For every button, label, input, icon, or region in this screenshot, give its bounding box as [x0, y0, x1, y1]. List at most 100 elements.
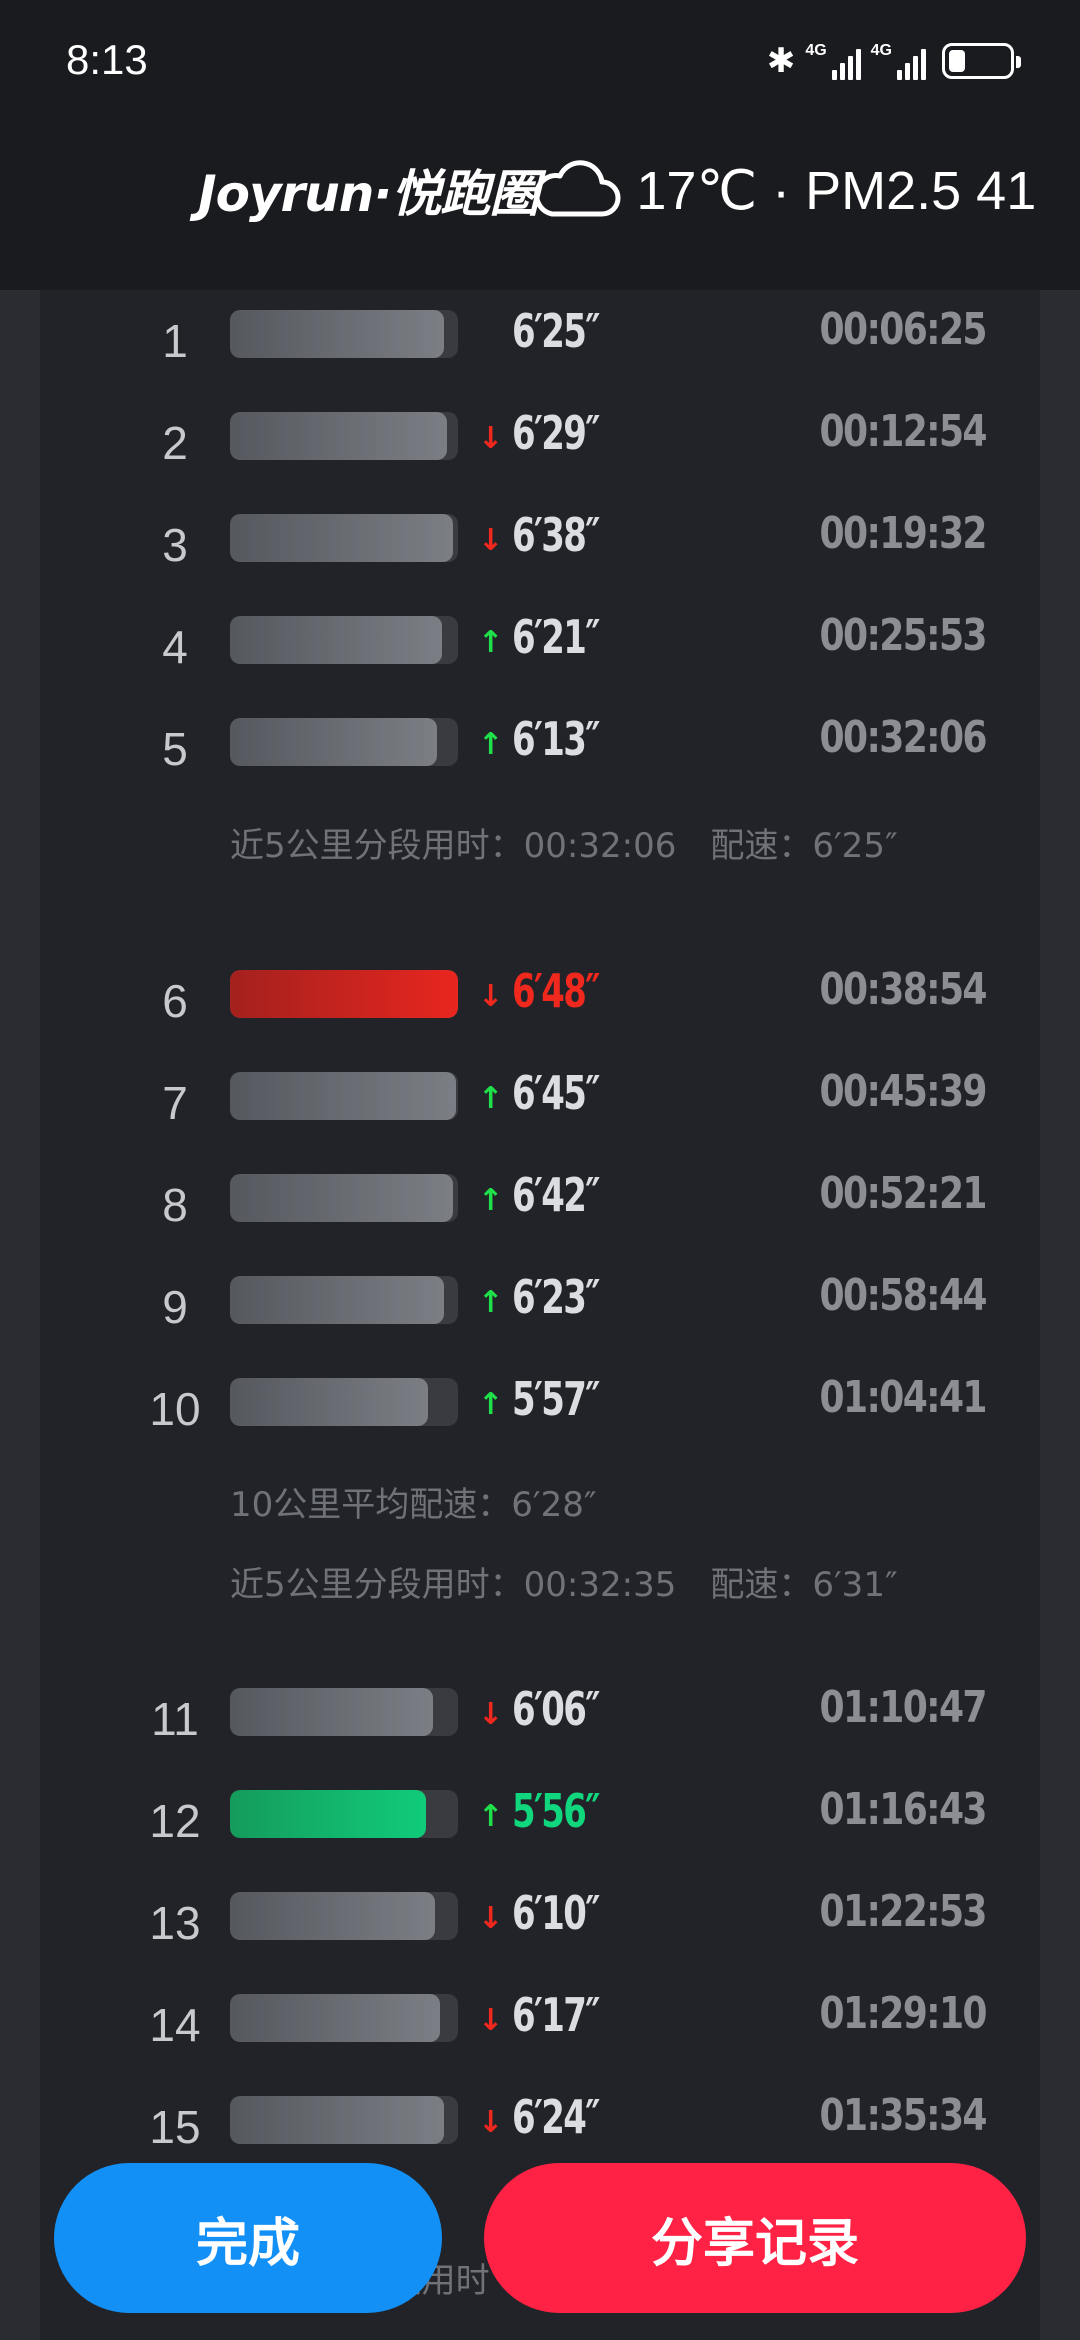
split-row: 5 ↑ 6′13″ 00:32:06	[40, 712, 1040, 778]
split-row: 7 ↑ 6′45″ 00:45:39	[40, 1066, 1040, 1132]
split-km: 3	[162, 519, 188, 571]
pace-bar	[230, 310, 445, 358]
pace-bar-track	[230, 970, 458, 1018]
cloud-icon	[534, 160, 621, 217]
split-row: 15 ↓ 6′24″ 01:35:34	[40, 2090, 1040, 2156]
split-pace: 6′38″	[512, 508, 600, 562]
pace-bar	[230, 1892, 436, 1940]
pace-bar	[230, 1072, 456, 1120]
pace-bar-track	[230, 1790, 458, 1838]
split-row: 12 ↑ 5′56″ 01:16:43	[40, 1784, 1040, 1850]
arrow-down-icon: ↓	[478, 1697, 504, 1732]
split-row: 4 ↑ 6′21″ 00:25:53	[40, 610, 1040, 676]
split-row: 13 ↓ 6′10″ 01:22:53	[40, 1886, 1040, 1952]
split-km: 9	[162, 1281, 188, 1333]
arrow-down-icon: ↓	[478, 421, 504, 456]
pace-bar	[230, 2096, 445, 2144]
split-pace: 6′25″	[512, 304, 600, 358]
split-pace: 5′56″	[512, 1784, 600, 1838]
pace-bar-track	[230, 514, 458, 562]
split-cumulative-time: 00:12:54	[819, 406, 988, 457]
split-row: 1 6′25″ 00:06:25	[40, 304, 1040, 370]
split-km: 8	[162, 1179, 188, 1231]
pace-bar-track	[230, 1276, 458, 1324]
split-summary-second5: 近5公里分段用时：00:32:35 配速：6′31″	[230, 1565, 898, 1605]
split-cumulative-time: 01:04:41	[819, 1372, 988, 1423]
split-pace: 6′48″	[512, 964, 600, 1018]
split-km: 10	[149, 1383, 201, 1435]
pace-bar-track	[230, 310, 458, 358]
arrow-down-icon: ↓	[478, 2003, 504, 2038]
split-km: 1	[162, 315, 188, 367]
split-pace: 6′45″	[512, 1066, 600, 1120]
signal-4g-icon: 4G	[805, 42, 861, 80]
pace-bar-track	[230, 1174, 458, 1222]
split-cumulative-time: 01:22:53	[819, 1886, 988, 1937]
bluetooth-icon: ✱	[766, 41, 796, 81]
split-pace: 6′42″	[512, 1168, 600, 1222]
split-row: 6 ↓ 6′48″ 00:38:54	[40, 964, 1040, 1030]
split-row: 11 ↓ 6′06″ 01:10:47	[40, 1682, 1040, 1748]
pace-bar	[230, 616, 443, 664]
battery-icon	[942, 43, 1021, 79]
split-cumulative-time: 00:58:44	[819, 1270, 988, 1321]
split-cumulative-time: 00:45:39	[819, 1066, 988, 1117]
split-cumulative-time: 00:19:32	[819, 508, 988, 559]
split-cumulative-time: 01:29:10	[819, 1988, 988, 2039]
split-cumulative-time: 00:38:54	[819, 964, 988, 1015]
split-pace: 6′17″	[512, 1988, 600, 2042]
arrow-down-icon: ↓	[478, 523, 504, 558]
pace-bar-track	[230, 412, 458, 460]
split-pace: 6′06″	[512, 1682, 600, 1736]
split-cumulative-time: 00:25:53	[819, 610, 988, 661]
pace-bar	[230, 412, 447, 460]
split-pace: 6′21″	[512, 610, 600, 664]
arrow-up-icon: ↑	[478, 625, 504, 660]
split-km: 5	[162, 723, 188, 775]
split-km: 13	[149, 1897, 201, 1949]
split-pace: 6′13″	[512, 712, 600, 766]
pace-bar	[230, 1378, 429, 1426]
split-cumulative-time: 00:32:06	[819, 712, 988, 763]
split-row: 10 ↑ 5′57″ 01:04:41	[40, 1372, 1040, 1438]
header: Joyrun·悦跑圈 17℃ · PM2.5 41	[198, 150, 1036, 230]
split-pace: 6′23″	[512, 1270, 600, 1324]
split-km: 4	[162, 621, 188, 673]
split-row: 14 ↓ 6′17″ 01:29:10	[40, 1988, 1040, 2054]
network-label: 4G	[870, 42, 892, 59]
split-km: 6	[162, 975, 188, 1027]
status-time: 8:13	[66, 36, 148, 83]
avg-pace-10km: 10公里平均配速：6′28″	[230, 1485, 597, 1525]
split-km: 12	[149, 1795, 201, 1847]
pace-bar-track	[230, 718, 458, 766]
pace-bar	[230, 1688, 433, 1736]
arrow-down-icon: ↓	[478, 979, 504, 1014]
pace-bar-track	[230, 1892, 458, 1940]
splits-panel[interactable]: 近5公里分段用时：00:32:06 配速：6′25″ 10公里平均配速：6′28…	[40, 290, 1040, 2340]
split-row: 2 ↓ 6′29″ 00:12:54	[40, 406, 1040, 472]
pace-bar-track	[230, 1688, 458, 1736]
pace-bar	[230, 1174, 454, 1222]
arrow-up-icon: ↑	[478, 1387, 504, 1422]
pace-bar-track	[230, 2096, 458, 2144]
pace-bar	[230, 1790, 427, 1838]
split-km: 7	[162, 1077, 188, 1129]
pace-bar	[230, 1994, 440, 2042]
arrow-up-icon: ↑	[478, 1081, 504, 1116]
split-summary-first5: 近5公里分段用时：00:32:06 配速：6′25″	[230, 826, 898, 866]
signal-4g-icon: 4G	[871, 42, 926, 80]
share-record-button[interactable]: 分享记录	[484, 2163, 1026, 2313]
split-pace: 6′29″	[512, 406, 600, 460]
split-pace: 5′57″	[512, 1372, 600, 1426]
done-button[interactable]: 完成	[54, 2163, 442, 2313]
pace-bar-track	[230, 616, 458, 664]
split-row: 8 ↑ 6′42″ 00:52:21	[40, 1168, 1040, 1234]
brand-logo: Joyrun·悦跑圈	[198, 165, 539, 223]
split-cumulative-time: 01:10:47	[819, 1682, 988, 1733]
split-row: 3 ↓ 6′38″ 00:19:32	[40, 508, 1040, 574]
pace-bar-track	[230, 1378, 458, 1426]
arrow-up-icon: ↑	[478, 1799, 504, 1834]
pace-bar	[230, 970, 458, 1018]
pace-bar-track	[230, 1994, 458, 2042]
split-km: 11	[151, 1693, 199, 1745]
